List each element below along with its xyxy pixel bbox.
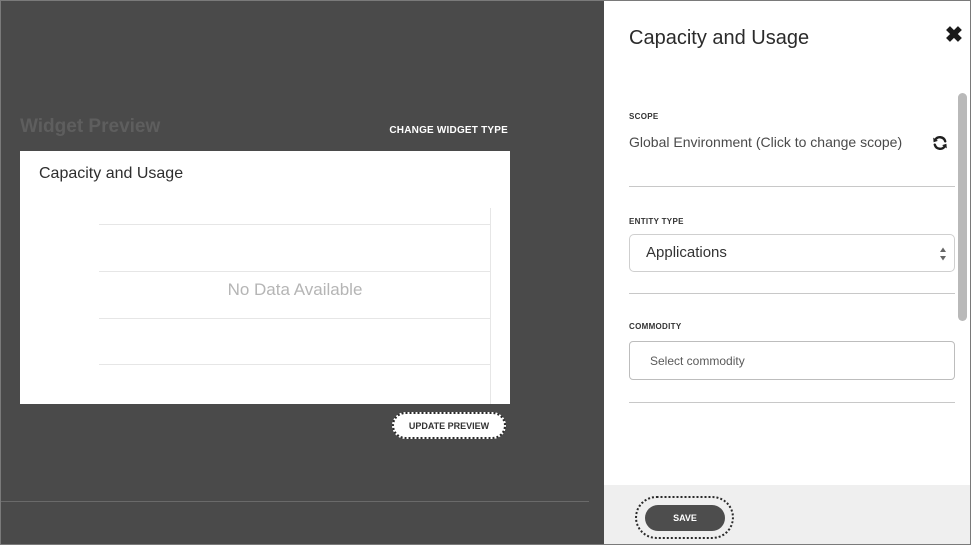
chart-gridline [99, 318, 491, 319]
panel-footer: SAVE [604, 485, 970, 544]
widget-preview-area: Widget Preview CHANGE WIDGET TYPE Capaci… [1, 1, 604, 544]
entity-type-select[interactable]: Applications [629, 234, 955, 272]
select-arrows-icon [940, 247, 946, 261]
panel-title: Capacity and Usage [629, 27, 810, 49]
chart-area: No Data Available [99, 208, 491, 404]
no-data-message: No Data Available [227, 280, 363, 299]
commodity-input[interactable] [629, 341, 955, 380]
scope-selector[interactable]: Global Environment (Click to change scop… [629, 134, 902, 150]
refresh-icon[interactable] [932, 135, 948, 151]
entity-type-value: Applications [646, 244, 727, 261]
chart-axis-line [490, 208, 491, 404]
save-button[interactable]: SAVE [645, 505, 725, 531]
scope-label: SCOPE [629, 112, 659, 121]
chart-gridline [99, 271, 491, 272]
entity-type-label: ENTITY TYPE [629, 217, 684, 226]
app-frame: Widget Preview CHANGE WIDGET TYPE Capaci… [0, 0, 971, 545]
panel-scrollbar[interactable] [958, 93, 967, 485]
commodity-label: COMMODITY [629, 322, 682, 331]
preview-divider [1, 501, 589, 502]
close-icon[interactable]: ✖ [944, 23, 964, 47]
section-divider [629, 186, 955, 187]
widget-card-title: Capacity and Usage [39, 165, 184, 182]
change-widget-type-link[interactable]: CHANGE WIDGET TYPE [389, 125, 508, 136]
scrollbar-thumb[interactable] [958, 93, 967, 321]
section-divider [629, 402, 955, 403]
preview-title: Widget Preview [20, 116, 161, 137]
update-preview-button[interactable]: UPDATE PREVIEW [392, 412, 506, 439]
chart-gridline [99, 364, 491, 365]
chart-gridline [99, 224, 491, 225]
section-divider [629, 293, 955, 294]
widget-card: Capacity and Usage No Data Available [20, 151, 510, 404]
widget-config-panel: Capacity and Usage ✖ SCOPE Global Enviro… [604, 1, 970, 544]
